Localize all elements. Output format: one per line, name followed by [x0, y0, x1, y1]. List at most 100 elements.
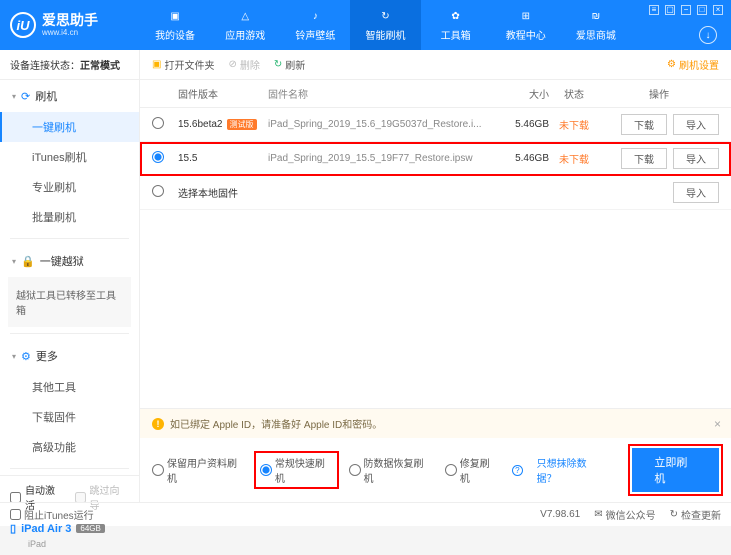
warning-bar: ! 如已绑定 Apple ID，请准备好 Apple ID和密码。 ×: [140, 409, 731, 438]
warning-icon: !: [152, 418, 164, 430]
block-itunes-checkbox[interactable]: 阻止iTunes运行: [10, 507, 94, 522]
skin-icon[interactable]: ▢: [665, 5, 675, 15]
row-btn[interactable]: 导入: [673, 148, 719, 169]
delete-icon: ⊘: [228, 59, 236, 70]
nav-6[interactable]: ₪爱思商城: [561, 0, 631, 50]
fw-version: 15.5: [178, 153, 197, 164]
row-radio[interactable]: [152, 151, 164, 163]
fw-status: 未下载: [549, 117, 599, 132]
wechat-label: 微信公众号: [606, 507, 656, 522]
fw-size: 5.46GB: [499, 119, 549, 130]
row-btn[interactable]: 下载: [621, 114, 667, 135]
nav-label-4: 工具箱: [441, 27, 471, 42]
opt-normal-flash[interactable]: 常规快速刷机: [258, 455, 335, 485]
table-row[interactable]: 15.6beta2测试版 iPad_Spring_2019_15.6_19G50…: [140, 108, 731, 142]
settings-label: 刷机设置: [679, 57, 719, 72]
nav-4[interactable]: ✿ 工具箱: [421, 0, 491, 50]
nav-5[interactable]: ⊞教程中心: [491, 0, 561, 50]
th-version: 固件版本: [178, 86, 268, 101]
row-btn[interactable]: 导入: [673, 114, 719, 135]
close-icon[interactable]: ×: [713, 5, 723, 15]
toolbar: ▣打开文件夹 ⊘删除 ↻刷新 ⚙刷机设置: [140, 50, 731, 80]
main-content: ▣打开文件夹 ⊘删除 ↻刷新 ⚙刷机设置 固件版本 固件名称 大小 状态 操作 …: [140, 50, 731, 502]
opt3-label: 防数据恢复刷机: [364, 455, 431, 485]
sidebar-item[interactable]: 其他工具: [0, 372, 139, 402]
erase-link[interactable]: 只想抹除数据？: [537, 455, 605, 485]
nav-icon-0: ▣: [167, 8, 183, 24]
nav-label-2: 铃声壁纸: [295, 27, 335, 42]
help-icon[interactable]: ?: [512, 465, 523, 476]
download-icon[interactable]: ↓: [699, 26, 717, 44]
row-radio[interactable]: [152, 117, 164, 129]
sidebar-item[interactable]: iTunes刷机: [0, 142, 139, 172]
local-firmware-row[interactable]: 选择本地固件 导入: [140, 176, 731, 210]
chevron-down-icon: ▾: [12, 257, 16, 266]
refresh-button[interactable]: ↻刷新: [274, 57, 305, 72]
nav-label-0: 我的设备: [155, 27, 195, 42]
sidebar-section-1[interactable]: ▾🔒一键越狱: [0, 245, 139, 277]
local-radio[interactable]: [152, 185, 164, 197]
section-label: 更多: [36, 348, 58, 364]
warning-close-icon[interactable]: ×: [714, 417, 721, 431]
nav-label-3: 智能刷机: [365, 27, 405, 42]
beta-tag: 测试版: [227, 119, 257, 130]
local-label: 选择本地固件: [178, 185, 599, 200]
folder-icon: ▣: [152, 59, 161, 70]
opt-anti-recovery[interactable]: 防数据恢复刷机: [349, 455, 431, 485]
minimize-icon[interactable]: −: [681, 5, 691, 15]
open-label: 打开文件夹: [164, 57, 214, 72]
bottom-panel: ! 如已绑定 Apple ID，请准备好 Apple ID和密码。 × 保留用户…: [140, 408, 731, 502]
nav-icon-5: ⊞: [518, 8, 534, 24]
refresh-icon: ↻: [274, 59, 282, 70]
titlebar: iU 爱思助手 www.i4.cn ▣我的设备△应用游戏♪铃声壁纸↻智能刷机✿工…: [0, 0, 731, 50]
nav-icon-3: ↻: [377, 8, 393, 24]
th-name: 固件名称: [268, 86, 499, 101]
maximize-icon[interactable]: □: [697, 5, 707, 15]
opt2-label: 常规快速刷机: [275, 455, 333, 485]
sidebar-item[interactable]: 一键刷机: [0, 112, 139, 142]
import-local-button[interactable]: 导入: [673, 182, 719, 203]
refresh-label: 刷新: [285, 57, 305, 72]
opt-repair-flash[interactable]: 修复刷机: [445, 455, 498, 485]
flash-settings-button[interactable]: ⚙刷机设置: [667, 57, 719, 72]
opt4-label: 修复刷机: [460, 455, 498, 485]
status-label: 设备连接状态：: [10, 61, 80, 72]
sidebar-section-0[interactable]: ▾⟳刷机: [0, 80, 139, 112]
flash-now-button[interactable]: 立即刷机: [632, 448, 719, 492]
warning-text: 如已绑定 Apple ID，请准备好 Apple ID和密码。: [170, 416, 382, 431]
nav-0[interactable]: ▣ 我的设备: [140, 0, 210, 50]
wechat-button[interactable]: ✉微信公众号: [594, 507, 655, 522]
nav-2[interactable]: ♪铃声壁纸: [280, 0, 350, 50]
delete-button[interactable]: ⊘删除: [228, 57, 259, 72]
row-btn[interactable]: 下载: [621, 148, 667, 169]
flash-options: 保留用户资料刷机 常规快速刷机 防数据恢复刷机 修复刷机 ? 只想抹除数据？ 立…: [140, 438, 731, 502]
fw-name: iPad_Spring_2019_15.5_19F77_Restore.ipsw: [268, 153, 499, 164]
opt-keep-data[interactable]: 保留用户资料刷机: [152, 455, 244, 485]
sidebar-item[interactable]: 批量刷机: [0, 202, 139, 232]
menu-icon[interactable]: ≡: [649, 5, 659, 15]
lock-icon: 🔒: [21, 255, 35, 268]
sidebar-section-2[interactable]: ▾⚙更多: [0, 340, 139, 372]
version-label: V7.98.61: [540, 509, 580, 520]
fw-status: 未下载: [549, 151, 599, 166]
logo-icon: iU: [10, 12, 36, 38]
sidebar-item[interactable]: 专业刷机: [0, 172, 139, 202]
sidebar-item[interactable]: 下载固件: [0, 402, 139, 432]
chevron-down-icon: ▾: [12, 352, 16, 361]
sidebar: 设备连接状态：正常模式 ▾⟳刷机一键刷机iTunes刷机专业刷机批量刷机▾🔒一键…: [0, 50, 140, 502]
nav-3[interactable]: ↻ 智能刷机: [350, 0, 420, 50]
nav-icon-1: △: [237, 8, 253, 24]
nav-label-1: 应用游戏: [225, 27, 265, 42]
nav-1[interactable]: △ 应用游戏: [210, 0, 280, 50]
th-status: 状态: [549, 86, 599, 101]
main-nav: ▣ 我的设备 △ 应用游戏 ♪铃声壁纸 ↻ 智能刷机 ✿ 工具箱 ⊞教程中心₪爱思商城: [140, 0, 631, 50]
table-row[interactable]: 15.5 iPad_Spring_2019_15.5_19F77_Restore…: [140, 142, 731, 176]
app-title: 爱思助手: [42, 13, 98, 28]
open-folder-button[interactable]: ▣打开文件夹: [152, 57, 214, 72]
opt1-label: 保留用户资料刷机: [167, 455, 244, 485]
th-ops: 操作: [599, 86, 719, 101]
sidebar-item[interactable]: 高级功能: [0, 432, 139, 462]
check-update-button[interactable]: ↻检查更新: [670, 507, 721, 522]
nav-icon-4: ✿: [448, 8, 464, 24]
sidebar-msg: 越狱工具已转移至工具箱: [8, 277, 131, 327]
